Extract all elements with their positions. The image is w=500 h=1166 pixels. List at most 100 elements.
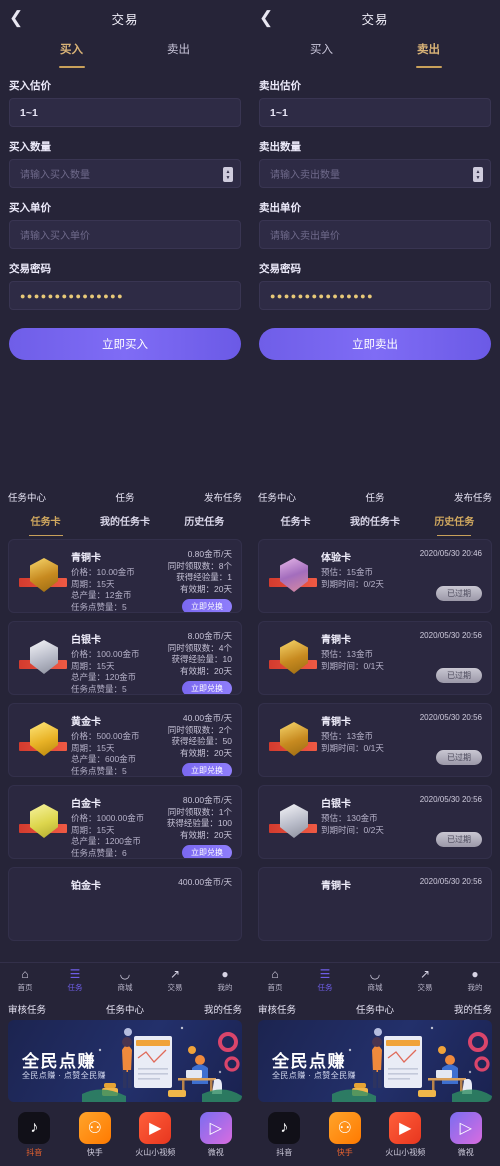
page-title: 交易	[361, 13, 389, 27]
exchange-button[interactable]: 立即兑换	[182, 845, 232, 858]
card-badge	[19, 718, 67, 764]
unit-price-field[interactable]: 请输入卖出单价	[259, 220, 491, 249]
app-item-douyin[interactable]: ♪ 抖音	[4, 1112, 65, 1158]
quantity-field[interactable]: 请输入卖出数量 ▲ ▼	[259, 159, 491, 188]
password-field[interactable]: ●●●●●●●●●●●●●●●	[9, 281, 241, 310]
history-card[interactable]: 青铜卡 预估：13金币 到期时间：0/1天 2020/05/30 20:56 已…	[258, 703, 492, 777]
exchange-button[interactable]: 立即兑换	[182, 763, 232, 776]
nav-item-task[interactable]: ☰ 任务	[300, 968, 350, 993]
card-exp: 获得经验量：10	[171, 654, 232, 664]
nav-item-shop[interactable]: ◡ 商城	[350, 968, 400, 993]
task-header-left[interactable]: 任务中心	[258, 490, 336, 504]
history-card[interactable]: 青铜卡 预估：13金币 到期时间：0/1天 2020/05/30 20:56 已…	[258, 621, 492, 695]
task-header-right[interactable]: 发布任务	[164, 490, 242, 504]
tab-my-task-card[interactable]: 我的任务卡	[335, 509, 414, 535]
bottom-nav-left: ⌂ 首页 ☰ 任务 ◡ 商城 ↗ 交易 ● 我的	[0, 962, 250, 998]
card-date: 2020/05/30 20:46	[419, 549, 482, 558]
nav-item-trade[interactable]: ↗ 交易	[150, 968, 200, 993]
quantity-placeholder: 请输入买入数量	[20, 170, 90, 181]
card-points: 任务点赞量：5	[71, 765, 127, 776]
exchange-button[interactable]: 立即兑换	[182, 681, 232, 694]
quantity-stepper[interactable]: ▲ ▼	[473, 167, 483, 182]
app-label: 快手	[86, 1148, 103, 1157]
footer-header-left[interactable]: 审核任务	[8, 1002, 86, 1016]
task-card[interactable]: 铂金卡 400.00金币/天	[8, 867, 242, 941]
nav-item-profile[interactable]: ● 我的	[450, 968, 500, 993]
unit-price-field[interactable]: 请输入买入单价	[9, 220, 241, 249]
banner-illustration	[82, 1026, 242, 1102]
app-item-douyin[interactable]: ♪ 抖音	[254, 1112, 315, 1158]
card-info: 青铜卡 预估：13金币 到期时间：0/1天	[321, 631, 384, 672]
tab-history-task[interactable]: 历史任务	[415, 509, 494, 535]
card-date: 2020/05/30 20:56	[419, 877, 482, 886]
task-card[interactable]: 白金卡 价格：1000.00金币 周期：15天 总产量：1200金币 任务点赞量…	[8, 785, 242, 859]
task-header-left[interactable]: 任务中心	[8, 490, 86, 504]
task-header-right[interactable]: 发布任务	[414, 490, 492, 504]
app-shortcut-row-right: ♪ 抖音 ⚇ 快手 ▶ 火山小视频 ▷ 微视	[250, 1112, 500, 1158]
task-card[interactable]: 青铜卡 价格：10.00金币 周期：15天 总产量：12金币 任务点赞量：5 0…	[8, 539, 242, 613]
promo-banner[interactable]: 全民点赚 全民点赚 · 点赞全民赚	[8, 1020, 242, 1102]
nav-item-home[interactable]: ⌂ 首页	[0, 968, 50, 993]
trade-icon: ↗	[169, 967, 181, 981]
nav-item-profile[interactable]: ● 我的	[200, 968, 250, 993]
tab-buy[interactable]: 买入	[18, 36, 125, 66]
douyin-icon: ♪	[268, 1112, 301, 1144]
history-card[interactable]: 体验卡 预估：15金币 到期时间：0/2天 2020/05/30 20:46 已…	[258, 539, 492, 613]
tab-task-card[interactable]: 任务卡	[6, 509, 85, 535]
promo-banner[interactable]: 全民点赚 全民点赚 · 点赞全民赚	[258, 1020, 492, 1102]
history-card[interactable]: 白银卡 预估：130金币 到期时间：0/2天 2020/05/30 20:56 …	[258, 785, 492, 859]
nav-label: 任务	[67, 983, 83, 992]
nav-item-shop[interactable]: ◡ 商城	[100, 968, 150, 993]
footer-header-center: 任务中心	[355, 1005, 394, 1016]
nav-label: 交易	[167, 983, 183, 992]
unit-price-label: 买入单价	[9, 202, 51, 214]
app-label: 微视	[207, 1148, 224, 1157]
card-title: 白银卡	[71, 635, 101, 646]
tab-sell[interactable]: 卖出	[375, 36, 482, 66]
tab-buy[interactable]: 买入	[268, 36, 375, 66]
tab-my-task-card[interactable]: 我的任务卡	[85, 509, 164, 535]
task-card[interactable]: 白银卡 价格：100.00金币 周期：15天 总产量：120金币 任务点赞量：5…	[8, 621, 242, 695]
task-card[interactable]: 黄金卡 价格：500.00金币 周期：15天 总产量：600金币 任务点赞量：5…	[8, 703, 242, 777]
app-item-weishi[interactable]: ▷ 微视	[436, 1112, 497, 1158]
exchange-button[interactable]: 立即兑换	[182, 599, 232, 612]
history-card[interactable]: 青铜卡 2020/05/30 20:56	[258, 867, 492, 941]
nav-item-home[interactable]: ⌂ 首页	[250, 968, 300, 993]
password-field[interactable]: ●●●●●●●●●●●●●●●	[259, 281, 491, 310]
quantity-field[interactable]: 请输入买入数量 ▲ ▼	[9, 159, 241, 188]
app-item-kuaishou[interactable]: ⚇ 快手	[315, 1112, 376, 1158]
card-stats: 40.00金币/天 同时领取数：2个 获得经验量：50 有效期：20天 立即兑换	[168, 713, 232, 776]
page-title: 交易	[111, 13, 139, 27]
tab-history-task[interactable]: 历史任务	[165, 509, 244, 535]
app-item-huoshan[interactable]: ▶ 火山小视频	[125, 1112, 186, 1158]
footer-header-right[interactable]: 我的任务	[164, 1002, 242, 1016]
card-info: 黄金卡 价格：500.00金币 周期：15天 总产量：600金币 任务点赞量：5	[71, 713, 140, 776]
app-item-kuaishou[interactable]: ⚇ 快手	[65, 1112, 126, 1158]
app-item-weishi[interactable]: ▷ 微视	[186, 1112, 247, 1158]
status-badge: 已过期	[436, 668, 482, 683]
card-total: 总产量：12金币	[71, 590, 132, 600]
estimate-label: 买入估价	[9, 80, 51, 92]
quantity-stepper[interactable]: ▲ ▼	[223, 167, 233, 182]
password-value: ●●●●●●●●●●●●●●●	[20, 290, 125, 301]
card-date: 2020/05/30 20:56	[419, 631, 482, 640]
tab-task-card[interactable]: 任务卡	[256, 509, 335, 535]
tab-sell[interactable]: 卖出	[125, 36, 232, 66]
footer-header-left[interactable]: 审核任务	[258, 1002, 336, 1016]
card-stats: 80.00金币/天 同时领取数：1个 获得经验量：100 有效期：20天 立即兑…	[167, 795, 232, 858]
app-label: 抖音	[276, 1148, 293, 1157]
app-label: 抖音	[26, 1148, 43, 1157]
app-label: 火山小视频	[135, 1148, 176, 1157]
nav-label: 首页	[267, 983, 283, 992]
app-item-huoshan[interactable]: ▶ 火山小视频	[375, 1112, 436, 1158]
estimate-value: 1~1	[270, 106, 288, 119]
card-estimate: 预估：15金币	[321, 567, 373, 577]
buy-submit-button[interactable]: 立即买入	[9, 328, 241, 360]
sell-submit-button[interactable]: 立即卖出	[259, 328, 491, 360]
nav-item-task[interactable]: ☰ 任务	[50, 968, 100, 993]
nav-item-trade[interactable]: ↗ 交易	[400, 968, 450, 993]
footer-header-right[interactable]: 我的任务	[414, 1002, 492, 1016]
card-stats: 2020/05/30 20:56	[420, 877, 482, 886]
dual-screen-container: ❮ 交易 买入 卖出 买入估价 1~1 买入数量 请输入买入数量 ▲ ▼ 买入单价…	[0, 0, 500, 1166]
card-rate: 0.80金币/天	[187, 549, 232, 559]
